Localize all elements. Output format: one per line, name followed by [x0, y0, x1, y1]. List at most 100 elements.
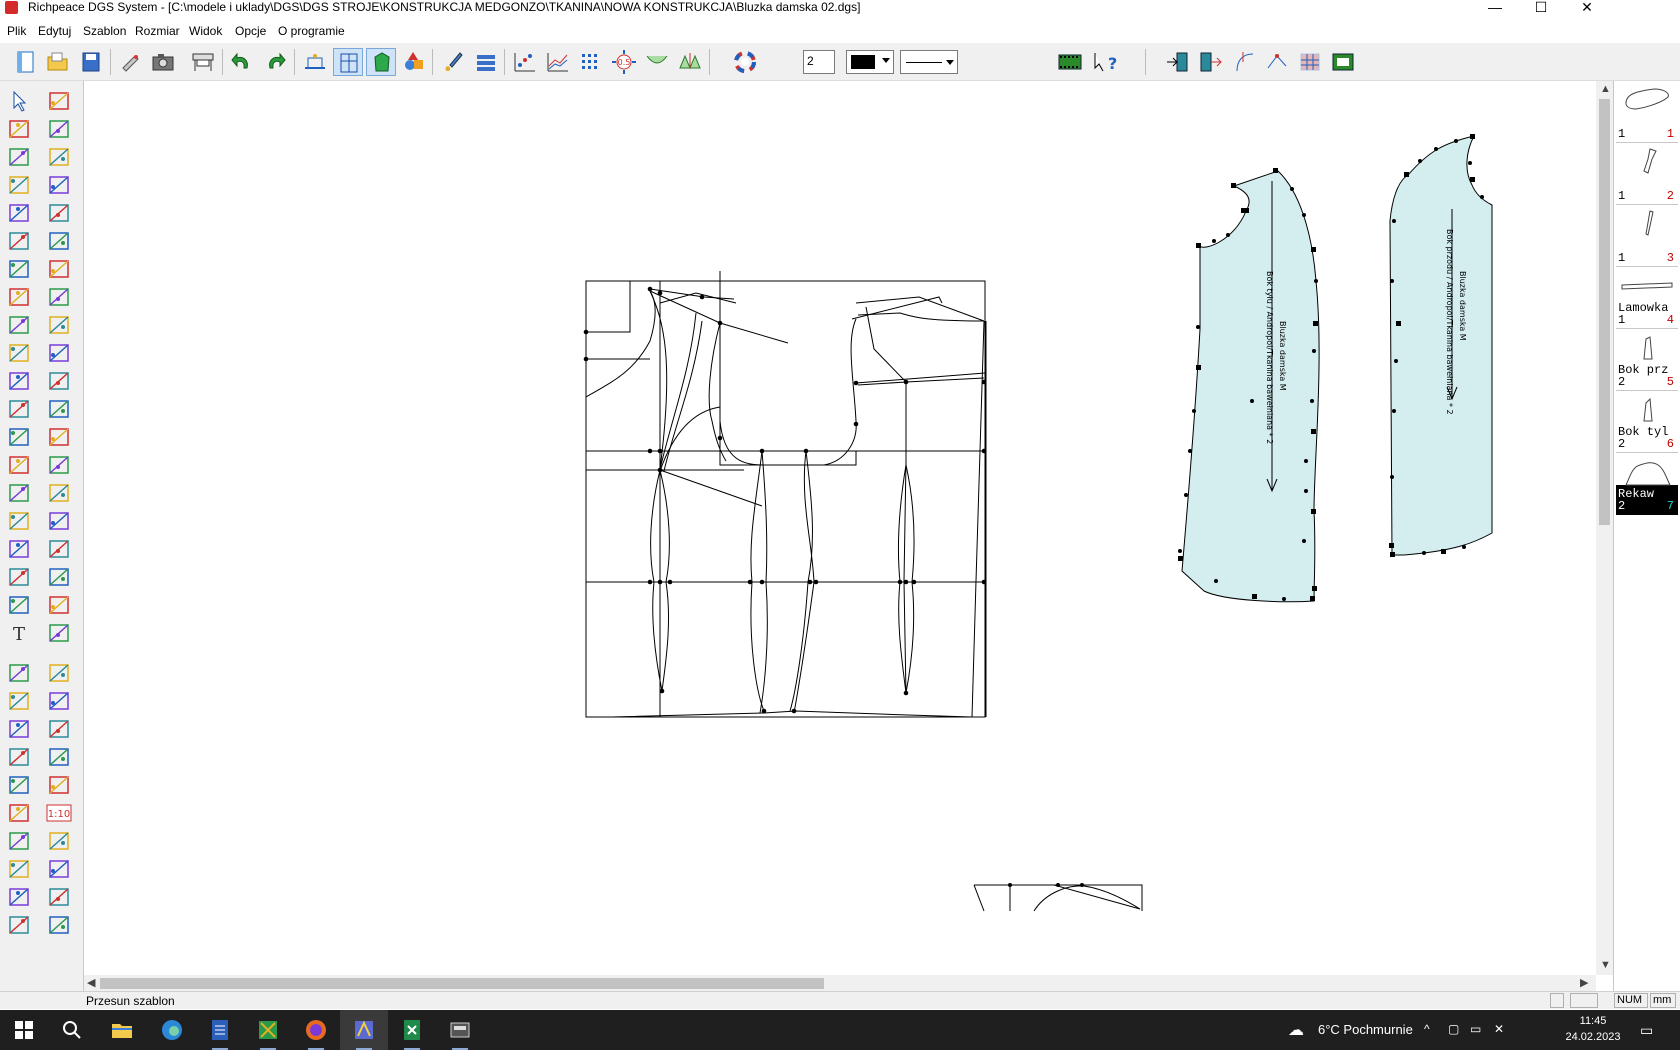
stitch-line-icon[interactable] — [4, 563, 34, 591]
menu-opcje[interactable]: Opcje — [235, 24, 266, 38]
start-button[interactable] — [0, 1010, 48, 1050]
piece-thumbnail[interactable]: Lamowka 1 4 — [1616, 269, 1678, 329]
drawing-canvas[interactable]: Bluzka damska M Bok tyłu / Andropol/Tkan… — [84, 81, 1596, 975]
notifications-icon[interactable]: ▭ — [1640, 1022, 1653, 1039]
horizontal-scroll-thumb[interactable] — [100, 978, 824, 989]
minimize-button[interactable]: — — [1472, 0, 1518, 16]
piece-rect-icon[interactable] — [44, 143, 74, 171]
grading-icon[interactable] — [300, 48, 330, 76]
menu-edytuj[interactable]: Edytuj — [38, 24, 71, 38]
select-arrow-icon[interactable] — [4, 87, 34, 115]
resize-icon[interactable] — [44, 479, 74, 507]
rectangle-icon[interactable] — [4, 143, 34, 171]
word-icon[interactable] — [196, 1010, 244, 1050]
text-icon[interactable]: T — [4, 619, 34, 647]
outline-icon[interactable] — [44, 855, 74, 883]
help-icon[interactable]: ? — [1090, 48, 1120, 76]
fold-icon[interactable] — [44, 367, 74, 395]
hem-icon[interactable] — [44, 619, 74, 647]
menu-szablon[interactable]: Szablon — [83, 24, 126, 38]
node-icon[interactable] — [4, 883, 34, 911]
new-file-icon[interactable] — [10, 48, 40, 76]
pocket-icon[interactable] — [44, 115, 74, 143]
pencil-icon[interactable] — [4, 115, 34, 143]
glove-icon[interactable] — [44, 535, 74, 563]
piece-outline-icon[interactable] — [333, 48, 363, 76]
point-select-icon[interactable] — [44, 87, 74, 115]
save-icon[interactable] — [76, 48, 106, 76]
double-line-icon[interactable] — [4, 827, 34, 855]
firefox-icon[interactable] — [292, 1010, 340, 1050]
piece-edit-icon[interactable] — [44, 199, 74, 227]
hatch-tool-icon[interactable] — [1295, 48, 1325, 76]
fill-icon[interactable] — [44, 507, 74, 535]
slope-icon[interactable] — [44, 715, 74, 743]
maximize-button[interactable]: ☐ — [1518, 0, 1564, 16]
mirror-icon[interactable] — [44, 311, 74, 339]
file-explorer-icon[interactable] — [98, 1010, 146, 1050]
seam-icon[interactable] — [4, 507, 34, 535]
menu-rozmiar[interactable]: Rozmiar — [135, 24, 180, 38]
sewing-machine-icon[interactable] — [44, 339, 74, 367]
scroll-up-icon[interactable]: ▲ — [1600, 83, 1611, 95]
tag-icon[interactable] — [44, 771, 74, 799]
undo-icon[interactable] — [227, 48, 257, 76]
grid-icon[interactable] — [576, 48, 606, 76]
digitizer-icon[interactable] — [115, 48, 145, 76]
triangle-ruler-icon[interactable] — [4, 911, 34, 939]
slash-spread-icon[interactable] — [4, 423, 34, 451]
layers-icon[interactable] — [471, 48, 501, 76]
dimension-icon[interactable] — [4, 591, 34, 619]
redo-icon[interactable] — [260, 48, 290, 76]
network-icon[interactable]: ▭ — [1470, 1022, 1481, 1036]
layout-icon[interactable] — [44, 911, 74, 939]
scroll-right-icon[interactable]: ▶ — [1580, 976, 1588, 989]
bag-icon[interactable] — [4, 339, 34, 367]
notch-icon[interactable] — [44, 827, 74, 855]
frame-tool-icon[interactable] — [1328, 48, 1358, 76]
ruler-measure-icon[interactable] — [44, 227, 74, 255]
grade-icon[interactable] — [44, 451, 74, 479]
import-icon[interactable] — [1163, 48, 1193, 76]
plotter-icon[interactable] — [188, 48, 218, 76]
intersect-icon[interactable] — [4, 199, 34, 227]
pattern-icon[interactable] — [44, 591, 74, 619]
piece-thumbnail[interactable]: Rekaw 2 7 — [1616, 455, 1678, 515]
split-icon[interactable] — [4, 367, 34, 395]
menu-widok[interactable]: Widok — [189, 24, 222, 38]
copy-icon[interactable] — [44, 883, 74, 911]
trapezoid-icon[interactable] — [4, 687, 34, 715]
distance-icon[interactable] — [4, 799, 34, 827]
ruler-icon[interactable] — [4, 311, 34, 339]
chevron-up-icon[interactable]: ^ — [1424, 1022, 1430, 1036]
open-folder-icon[interactable] — [43, 48, 73, 76]
shirt-icon[interactable] — [44, 423, 74, 451]
vertical-scrollbar[interactable]: ▲ ▼ — [1596, 81, 1613, 975]
scroll-down-icon[interactable]: ▼ — [1600, 959, 1611, 971]
spiral-icon[interactable] — [4, 451, 34, 479]
partial-piece-bottom[interactable] — [973, 883, 1143, 912]
grade-chart-icon[interactable] — [543, 48, 573, 76]
camera-icon[interactable] — [148, 48, 178, 76]
paint-icon[interactable] — [44, 395, 74, 423]
tools-app-icon[interactable] — [244, 1010, 292, 1050]
pleat-icon[interactable] — [44, 283, 74, 311]
weather-cloud-icon[interactable]: ☁ — [1288, 1020, 1304, 1040]
piece-thumbnail[interactable]: 11 — [1616, 83, 1678, 143]
close-button[interactable]: ✕ — [1564, 0, 1610, 16]
back-side-piece[interactable]: Bluzka damska M Bok tyłu / Andropol/Tkan… — [1178, 168, 1320, 603]
button-icon[interactable] — [44, 255, 74, 283]
folded-piece-icon[interactable] — [44, 171, 74, 199]
angle-line-icon[interactable] — [4, 171, 34, 199]
compass-icon[interactable] — [4, 255, 34, 283]
export-icon[interactable] — [1196, 48, 1226, 76]
cut-icon[interactable] — [4, 283, 34, 311]
scale-ratio-icon[interactable]: 1:10 — [44, 799, 74, 827]
rotate-point-icon[interactable] — [44, 687, 74, 715]
protractor-icon[interactable] — [44, 659, 74, 687]
menu-o-programie[interactable]: O programie — [278, 24, 345, 38]
meet-now-icon[interactable]: ▢ — [1448, 1022, 1459, 1036]
piece-thumbnail[interactable]: Bok prz 2 5 — [1616, 331, 1678, 391]
parallelogram-icon[interactable] — [4, 659, 34, 687]
shapes-icon[interactable] — [399, 48, 429, 76]
